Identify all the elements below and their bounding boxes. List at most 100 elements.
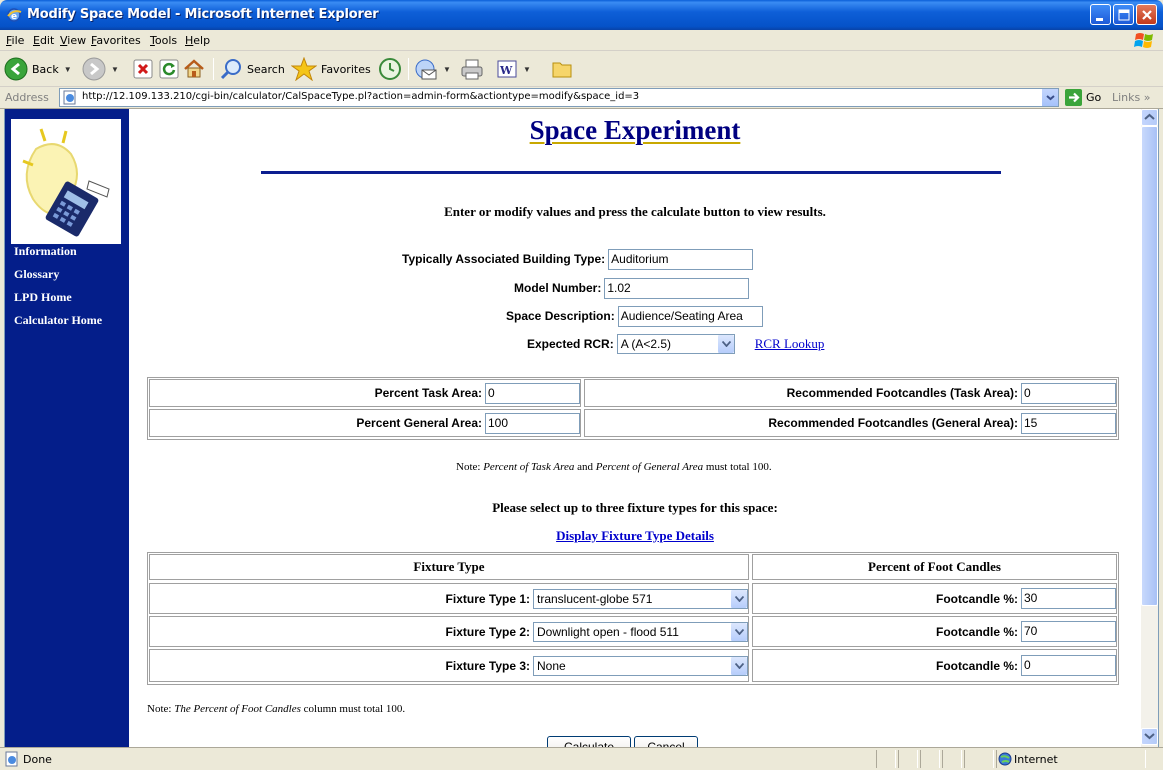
go-arrow-icon bbox=[1065, 89, 1082, 106]
folder-icon bbox=[552, 62, 572, 78]
fixture-type-2-select[interactable]: Downlight open - flood 511 bbox=[533, 621, 748, 642]
minimize-button[interactable] bbox=[1090, 4, 1111, 25]
area-total-note: Note: Percent of Task Area and Percent o… bbox=[456, 461, 772, 473]
fixture-type-3-select[interactable]: None bbox=[533, 655, 748, 676]
percent-general-input[interactable]: 100 bbox=[485, 412, 580, 434]
chevron-up-icon bbox=[1144, 113, 1155, 120]
title-bar[interactable]: e Modify Space Model - Microsoft Interne… bbox=[0, 0, 1163, 30]
go-button[interactable]: Go bbox=[1065, 89, 1101, 106]
menu-favorites[interactable]: Favorites bbox=[91, 34, 141, 47]
stop-icon bbox=[133, 59, 153, 79]
chevron-down-icon: ▼ bbox=[63, 64, 72, 74]
nav-glossary-link[interactable]: Glossary bbox=[14, 267, 102, 282]
forward-button[interactable]: ▼ bbox=[82, 56, 119, 82]
footcandle-pct-1-input[interactable]: 30 bbox=[1021, 588, 1116, 609]
calculate-button[interactable]: Calculate bbox=[547, 736, 631, 747]
maximize-button[interactable] bbox=[1113, 4, 1134, 25]
page-heading: Space Experiment bbox=[529, 115, 741, 145]
main-content: Space Experiment Enter or modify values … bbox=[129, 109, 1141, 747]
fixture-row-3: Fixture Type 3: None bbox=[149, 649, 749, 682]
print-button[interactable] bbox=[460, 56, 484, 82]
minimize-icon bbox=[1096, 18, 1103, 21]
address-dropdown-button[interactable] bbox=[1041, 89, 1058, 106]
footcandle-pct-row-1: Footcandle %: 30 bbox=[752, 583, 1117, 614]
chevron-down-icon bbox=[716, 335, 734, 353]
cancel-button[interactable]: Cancel bbox=[634, 736, 698, 747]
chevron-down-icon bbox=[1144, 733, 1155, 740]
close-button[interactable] bbox=[1136, 4, 1157, 25]
word-icon: W bbox=[497, 60, 517, 78]
page-done-icon bbox=[5, 751, 18, 767]
footcandles-task-cell: Recommended Footcandles (Task Area): 0 bbox=[584, 379, 1117, 407]
footcandles-general-cell: Recommended Footcandles (General Area): … bbox=[584, 409, 1117, 437]
building-type-row: Typically Associated Building Type: Audi… bbox=[402, 248, 754, 270]
building-type-label: Typically Associated Building Type: bbox=[402, 252, 606, 266]
space-description-row: Space Description: Audience/Seating Area bbox=[506, 305, 763, 327]
menu-edit[interactable]: Edit bbox=[33, 34, 54, 47]
chevron-down-icon: ▼ bbox=[523, 64, 531, 74]
fixture-type-1-select[interactable]: translucent-globe 571 bbox=[533, 588, 748, 609]
footcandle-pct-3-input[interactable]: 0 bbox=[1021, 655, 1116, 676]
refresh-button[interactable] bbox=[159, 56, 179, 82]
links-button[interactable]: Links » bbox=[1112, 91, 1151, 104]
address-url: http://12.109.133.210/cgi-bin/calculator… bbox=[82, 91, 640, 102]
menu-view[interactable]: View bbox=[60, 34, 86, 47]
favorites-star-icon bbox=[291, 57, 317, 81]
forward-arrow-icon bbox=[82, 57, 106, 81]
menu-tools[interactable]: Tools bbox=[150, 34, 177, 47]
space-description-input[interactable]: Audience/Seating Area bbox=[617, 305, 763, 327]
fixture-row-2: Fixture Type 2: Downlight open - flood 5… bbox=[149, 616, 749, 647]
printer-icon bbox=[461, 59, 483, 80]
stop-button[interactable] bbox=[133, 56, 153, 82]
footcandles-task-input[interactable]: 0 bbox=[1021, 382, 1116, 404]
footcandle-pct-2-input[interactable]: 70 bbox=[1021, 621, 1116, 642]
calculator-logo bbox=[11, 119, 121, 244]
building-type-input[interactable]: Auditorium bbox=[608, 248, 754, 270]
address-bar: Address http://12.109.133.210/cgi-bin/ca… bbox=[0, 87, 1163, 109]
fixture-prompt: Please select up to three fixture types … bbox=[492, 500, 778, 515]
history-button[interactable] bbox=[378, 56, 402, 82]
search-icon bbox=[220, 59, 241, 80]
page-icon bbox=[63, 90, 76, 105]
browser-viewport: Information Glossary LPD Home Calculator… bbox=[4, 109, 1159, 747]
discuss-button[interactable] bbox=[551, 56, 573, 82]
scroll-thumb[interactable] bbox=[1141, 126, 1158, 606]
address-input[interactable]: http://12.109.133.210/cgi-bin/calculator… bbox=[59, 88, 1059, 107]
chevron-down-icon: ▼ bbox=[111, 64, 119, 74]
fixture-details-link[interactable]: Display Fixture Type Details bbox=[556, 528, 714, 543]
favorites-button[interactable]: Favorites bbox=[291, 56, 371, 82]
security-zone-label: Internet bbox=[1014, 753, 1058, 766]
nav-lpd-home-link[interactable]: LPD Home bbox=[14, 290, 102, 305]
percent-general-cell: Percent General Area: 100 bbox=[149, 409, 581, 437]
percent-footcandles-header: Percent of Foot Candles bbox=[752, 554, 1117, 580]
search-button[interactable]: Search bbox=[219, 56, 285, 82]
home-button[interactable] bbox=[183, 56, 205, 82]
nav-information-link[interactable]: Information bbox=[14, 244, 102, 259]
maximize-icon bbox=[1118, 9, 1130, 21]
footcandles-general-input[interactable]: 15 bbox=[1021, 412, 1116, 434]
scroll-down-button[interactable] bbox=[1141, 728, 1158, 745]
chevron-down-icon bbox=[730, 622, 747, 641]
nav-calculator-home-link[interactable]: Calculator Home bbox=[14, 313, 102, 328]
percent-task-input[interactable]: 0 bbox=[485, 382, 580, 404]
mail-button[interactable]: ▼ bbox=[414, 56, 451, 82]
chevron-down-icon bbox=[730, 656, 747, 675]
rcr-row: Expected RCR: A (A<2.5) RCR Lookup bbox=[527, 333, 824, 355]
rcr-select[interactable]: A (A<2.5) bbox=[616, 334, 735, 354]
sidebar: Information Glossary LPD Home Calculator… bbox=[5, 109, 129, 747]
scroll-up-button[interactable] bbox=[1141, 109, 1158, 126]
vertical-scrollbar[interactable] bbox=[1141, 109, 1158, 747]
model-number-row: Model Number: 1.02 bbox=[514, 277, 750, 299]
rcr-lookup-link[interactable]: RCR Lookup bbox=[755, 336, 825, 352]
space-description-label: Space Description: bbox=[506, 309, 615, 323]
footcandle-pct-row-3: Footcandle %: 0 bbox=[752, 649, 1117, 682]
back-button[interactable]: Back ▼ bbox=[4, 56, 72, 82]
fixture-row-1: Fixture Type 1: translucent-globe 571 bbox=[149, 583, 749, 614]
model-number-input[interactable]: 1.02 bbox=[604, 277, 750, 299]
toolbar: Back ▼ ▼ Search Favorites ▼ W ▼ bbox=[0, 51, 1163, 87]
svg-text:e: e bbox=[11, 12, 17, 22]
menu-help[interactable]: Help bbox=[185, 34, 210, 47]
edit-word-button[interactable]: W ▼ bbox=[496, 56, 531, 82]
menu-file[interactable]: File bbox=[6, 34, 24, 47]
ie-icon: e bbox=[7, 8, 22, 22]
